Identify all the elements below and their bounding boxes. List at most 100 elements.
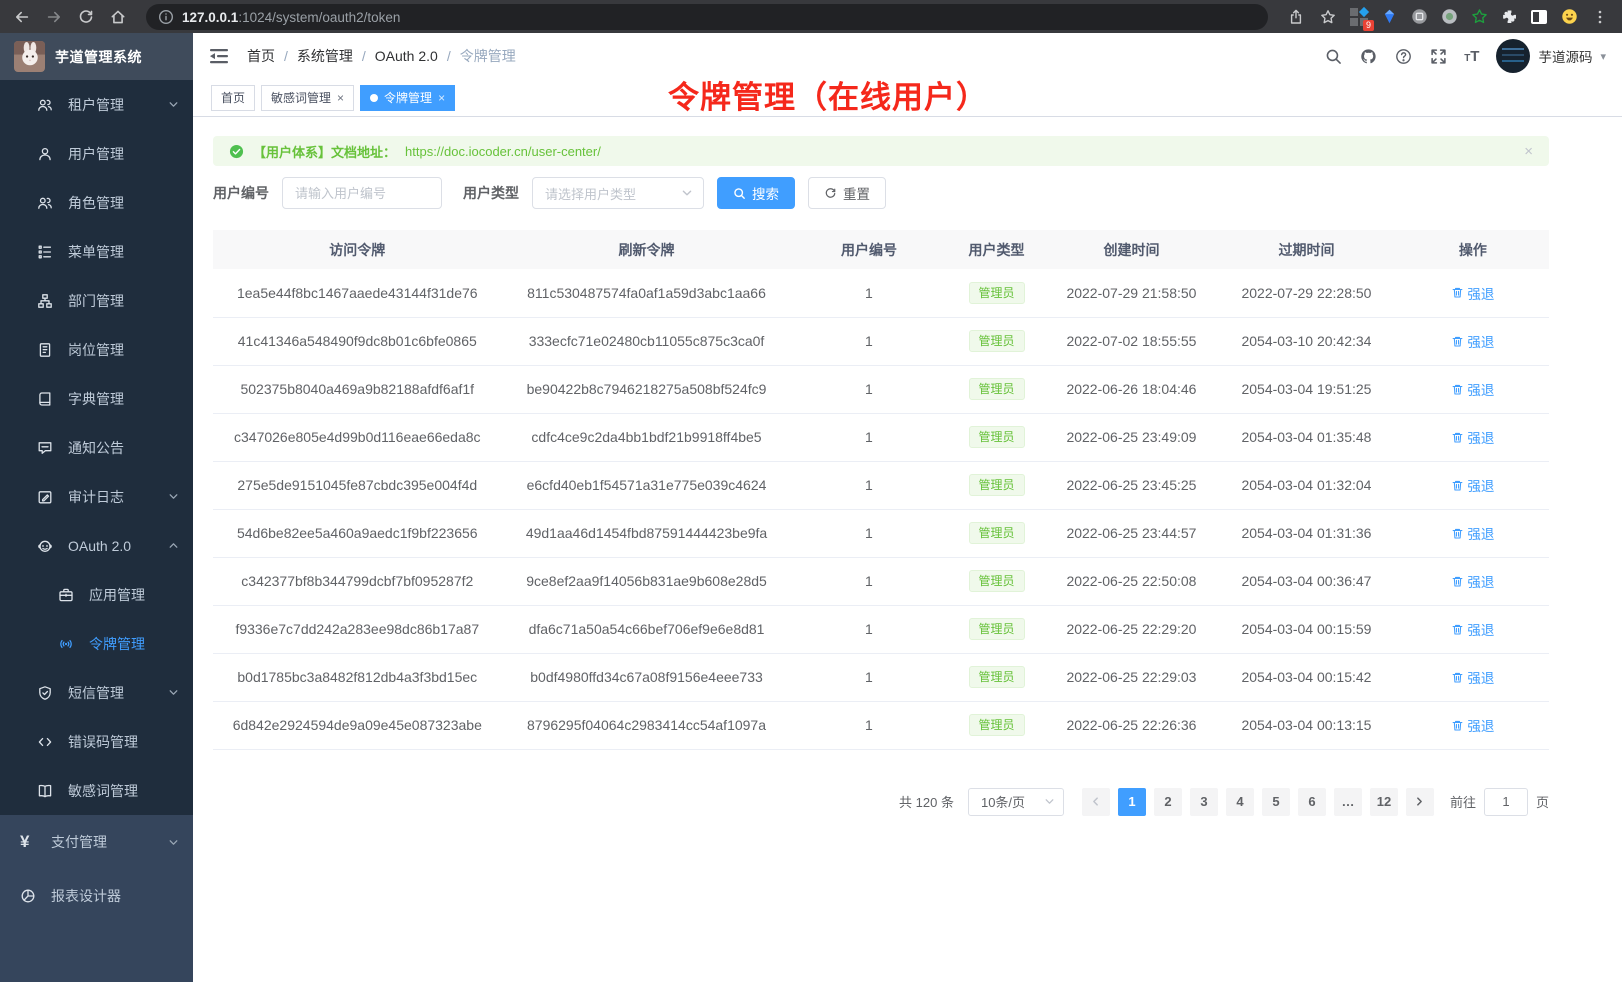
user-type-cell: 管理员	[946, 413, 1046, 461]
breadcrumb-item[interactable]: 系统管理	[297, 46, 353, 66]
page-button-3[interactable]: 3	[1190, 788, 1218, 816]
extension-window-icon[interactable]	[1528, 6, 1550, 28]
force-logout-button[interactable]: 强退	[1451, 427, 1494, 447]
site-info-icon[interactable]	[158, 5, 174, 29]
user-menu[interactable]: 芋道源码 ▾	[1496, 39, 1606, 73]
force-logout-button[interactable]: 强退	[1451, 523, 1494, 543]
action-cell: 强退	[1397, 413, 1549, 461]
extension-grid-icon[interactable]: 9	[1348, 6, 1370, 28]
tab-首页[interactable]: 首页	[211, 85, 255, 111]
page-button-1[interactable]: 1	[1118, 788, 1146, 816]
force-logout-button[interactable]: 强退	[1451, 667, 1494, 687]
sidebar-item-菜单管理[interactable]: 菜单管理	[0, 227, 193, 276]
sidebar-item-审计日志[interactable]: 审计日志	[0, 472, 193, 521]
breadcrumb-item[interactable]: 首页	[247, 46, 275, 66]
sidebar-item-通知公告[interactable]: 通知公告	[0, 423, 193, 472]
sidebar-item-label: 菜单管理	[68, 242, 124, 262]
goto-label: 前往	[1450, 792, 1476, 811]
user-type-cell: 管理员	[946, 317, 1046, 365]
next-page-button[interactable]	[1406, 788, 1434, 816]
sidebar-item-令牌管理[interactable]: 令牌管理	[0, 619, 193, 668]
force-logout-button[interactable]: 强退	[1451, 379, 1494, 399]
address-bar[interactable]: 127.0.0.1:1024/system/oauth2/token	[146, 4, 1268, 30]
sidebar-item-字典管理[interactable]: 字典管理	[0, 374, 193, 423]
sidebar-item-角色管理[interactable]: 角色管理	[0, 178, 193, 227]
user-type-select[interactable]: 请选择用户类型	[532, 177, 704, 209]
goto-page-input[interactable]	[1484, 788, 1528, 816]
browser-menu-icon[interactable]	[1588, 5, 1612, 29]
sidebar-item-label: 错误码管理	[68, 732, 138, 752]
page-ellipsis[interactable]: …	[1334, 788, 1362, 816]
sidebar-item-错误码管理[interactable]: 错误码管理	[0, 717, 193, 766]
help-icon[interactable]	[1394, 47, 1412, 65]
font-size-icon[interactable]: TT	[1464, 48, 1479, 65]
tab-close-icon[interactable]: ×	[438, 92, 445, 104]
chevron-down-icon	[168, 687, 179, 698]
force-logout-button[interactable]: 强退	[1451, 283, 1494, 303]
tab-敏感词管理[interactable]: 敏感词管理×	[261, 85, 354, 111]
share-icon[interactable]	[1284, 5, 1308, 29]
sidebar-item-部门管理[interactable]: 部门管理	[0, 276, 193, 325]
browser-toolbar: 127.0.0.1:1024/system/oauth2/token 9	[0, 0, 1622, 33]
extension-diamond-icon[interactable]	[1378, 6, 1400, 28]
forward-icon[interactable]	[42, 5, 66, 29]
extension-gray-circle-icon[interactable]	[1408, 6, 1430, 28]
force-logout-button[interactable]: 强退	[1451, 475, 1494, 495]
sidebar-item-label: 敏感词管理	[68, 781, 138, 801]
sidebar-item-label: 应用管理	[89, 585, 145, 605]
search-icon	[733, 187, 746, 200]
sidebar-item-OAuth 2.0[interactable]: OAuth 2.0	[0, 521, 193, 570]
sidebar-item-支付管理[interactable]: ¥支付管理	[0, 815, 193, 869]
fullscreen-icon[interactable]	[1429, 47, 1447, 65]
sidebar-item-租户管理[interactable]: 租户管理	[0, 80, 193, 129]
page-button-12[interactable]: 12	[1370, 788, 1398, 816]
force-logout-button[interactable]: 强退	[1451, 571, 1494, 591]
extension-puzzle-icon[interactable]	[1498, 6, 1520, 28]
page-button-5[interactable]: 5	[1262, 788, 1290, 816]
breadcrumb-item[interactable]: OAuth 2.0	[375, 48, 438, 64]
reload-icon[interactable]	[74, 5, 98, 29]
sidebar-item-报表设计器[interactable]: 报表设计器	[0, 869, 193, 923]
prev-page-button[interactable]	[1082, 788, 1110, 816]
table-row: 1ea5e44f8bc1467aaede43144f31de76811c5304…	[213, 269, 1549, 317]
extension-green-star-icon[interactable]	[1468, 6, 1490, 28]
search-icon[interactable]	[1324, 47, 1342, 65]
sidebar-item-岗位管理[interactable]: 岗位管理	[0, 325, 193, 374]
reset-button[interactable]: 重置	[808, 177, 886, 209]
force-logout-button[interactable]: 强退	[1451, 715, 1494, 735]
column-header: 操作	[1397, 230, 1549, 269]
expire-time-cell: 2054-03-10 20:42:34	[1216, 317, 1396, 365]
sidebar-item-短信管理[interactable]: 短信管理	[0, 668, 193, 717]
sidebar-item-用户管理[interactable]: 用户管理	[0, 129, 193, 178]
page-button-6[interactable]: 6	[1298, 788, 1326, 816]
sidebar-item-应用管理[interactable]: 应用管理	[0, 570, 193, 619]
page-size-select[interactable]: 10条/页	[968, 788, 1064, 816]
alert-close-icon[interactable]: ×	[1524, 143, 1533, 160]
user-id-cell: 1	[791, 365, 946, 413]
extension-emoji-icon[interactable]	[1558, 6, 1580, 28]
table-row: 54d6be82ee5a460a9aedc1f9bf22365649d1aa46…	[213, 509, 1549, 557]
sidebar-item-label: 支付管理	[51, 832, 107, 852]
home-icon[interactable]	[106, 5, 130, 29]
tab-令牌管理[interactable]: 令牌管理×	[360, 85, 455, 111]
force-logout-button[interactable]: 强退	[1451, 619, 1494, 639]
sidebar-item-敏感词管理[interactable]: 敏感词管理	[0, 766, 193, 815]
bookmark-star-icon[interactable]	[1316, 5, 1340, 29]
collapse-sidebar-icon[interactable]	[209, 46, 229, 66]
table-row: 6d842e2924594de9a09e45e087323abe8796295f…	[213, 701, 1549, 749]
extension-green-dot-icon[interactable]	[1438, 6, 1460, 28]
github-icon[interactable]	[1359, 47, 1377, 65]
page-button-4[interactable]: 4	[1226, 788, 1254, 816]
search-button[interactable]: 搜索	[717, 177, 795, 209]
user-id-cell: 1	[791, 413, 946, 461]
app-logo[interactable]: 芋道管理系统	[0, 33, 193, 80]
trash-icon	[1451, 286, 1464, 299]
expire-time-cell: 2054-03-04 00:13:15	[1216, 701, 1396, 749]
back-icon[interactable]	[10, 5, 34, 29]
user-id-input[interactable]	[282, 177, 442, 209]
force-logout-button[interactable]: 强退	[1451, 331, 1494, 351]
tab-close-icon[interactable]: ×	[337, 92, 344, 104]
alert-doc-link[interactable]: https://doc.iocoder.cn/user-center/	[405, 144, 601, 159]
annotation-text: 令牌管理（在线用户）	[668, 72, 988, 117]
page-button-2[interactable]: 2	[1154, 788, 1182, 816]
